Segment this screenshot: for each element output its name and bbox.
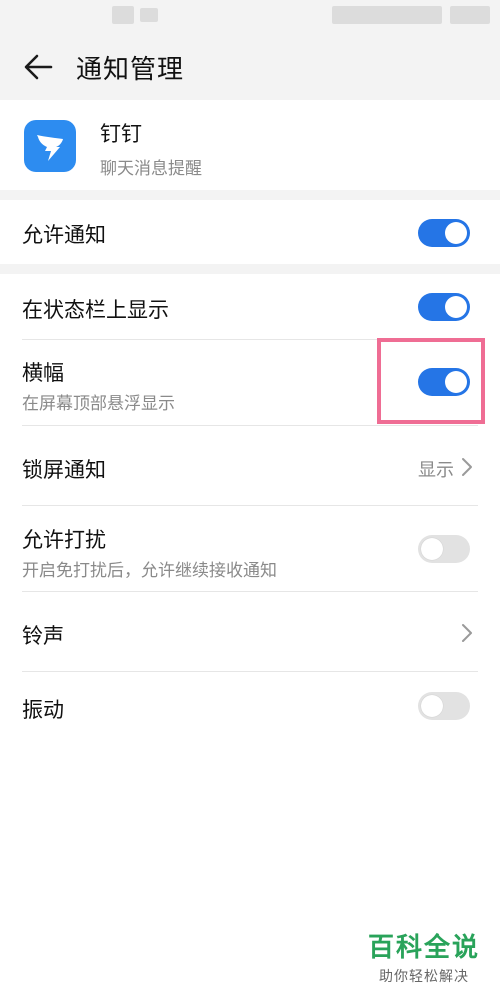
watermark-subtitle: 助你轻松解决 [378,969,469,985]
toggle-knob [445,222,467,244]
page-title: 通知管理 [76,54,185,85]
status-bar-blur [450,6,490,24]
watermark-title: 百科全说 [367,933,480,963]
status-bar-blur [140,8,158,22]
back-button[interactable] [8,34,68,100]
toggle-knob [421,538,443,560]
vibration-row[interactable]: 振动 [0,672,500,742]
highlight-annotation-box [377,338,485,424]
vibration-toggle[interactable] [418,692,470,720]
allow-disturb-row[interactable]: 允许打扰 开启免打扰后，允许继续接收通知 [0,506,500,592]
allow-notifications-toggle[interactable] [418,219,470,247]
banner-sublabel: 在屏幕顶部悬浮显示 [22,394,175,414]
watermark: 百科全说 助你轻松解决 [368,927,480,986]
ringtone-label: 铃声 [22,624,64,648]
allow-notifications-label: 允许通知 [22,223,106,247]
status-bar-display-label: 在状态栏上显示 [22,298,169,322]
chevron-right-icon [462,458,472,476]
app-bar: 通知管理 [0,34,500,100]
allow-notifications-row[interactable]: 允许通知 [0,200,500,264]
toggle-knob [445,296,467,318]
ringtone-row[interactable]: 铃声 [0,592,500,672]
app-description: 聊天消息提醒 [100,159,202,179]
dingtalk-logo-icon [37,135,63,161]
section-gap [0,264,500,274]
back-arrow-icon [24,54,53,80]
section-gap [0,190,500,200]
chevron-right-icon [462,624,472,642]
lock-screen-notification-row[interactable]: 锁屏通知 显示 [0,426,500,506]
allow-disturb-sublabel: 开启免打扰后，允许继续接收通知 [22,561,277,581]
status-bar-blur [332,6,442,24]
allow-disturb-label: 允许打扰 [22,528,106,552]
status-bar-blur [112,6,134,24]
dingtalk-app-icon [24,120,76,172]
lock-screen-notification-value: 显示 [418,460,454,481]
app-info-card: 钉钉 聊天消息提醒 [0,100,500,190]
toggle-knob [421,695,443,717]
banner-label: 横幅 [22,361,64,385]
vibration-label: 振动 [22,698,64,722]
app-name: 钉钉 [100,122,142,146]
status-bar-display-toggle[interactable] [418,293,470,321]
status-bar-display-row[interactable]: 在状态栏上显示 [0,274,500,340]
lock-screen-notification-label: 锁屏通知 [22,458,106,482]
allow-disturb-toggle[interactable] [418,535,470,563]
status-bar [0,0,500,34]
